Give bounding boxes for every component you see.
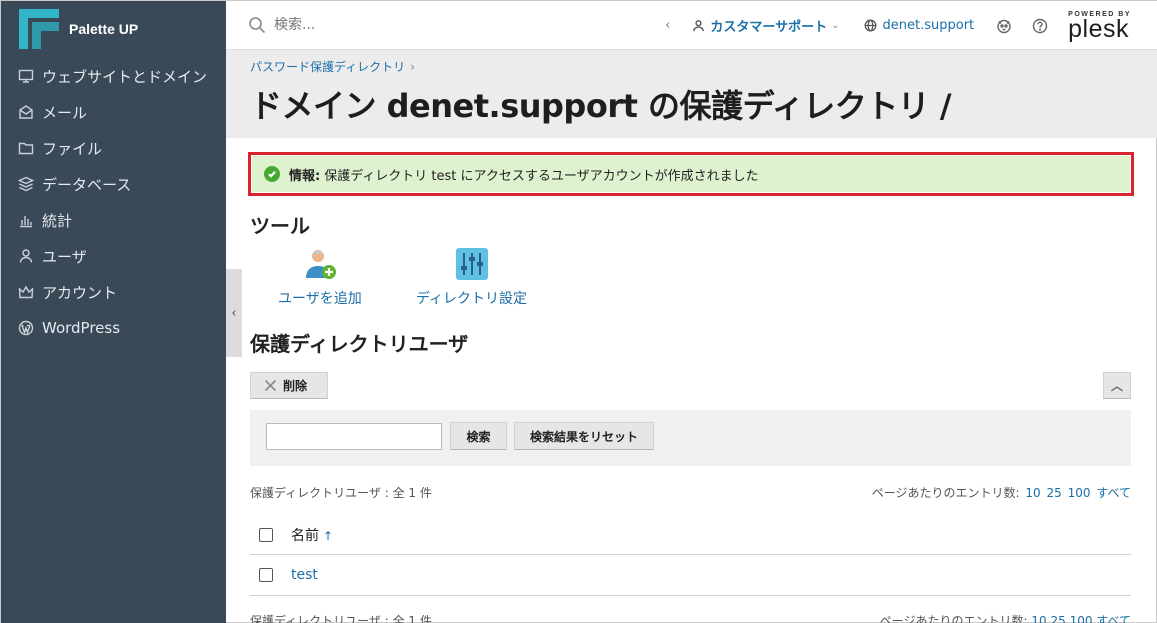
plesk-wordmark: plesk	[1068, 14, 1130, 43]
item-count-bottom: 保護ディレクトリユーザ : 全 1 件	[250, 614, 432, 623]
row-checkbox[interactable]	[259, 568, 273, 582]
check-circle-icon	[264, 166, 280, 182]
per-page-100[interactable]: 100	[1070, 614, 1093, 623]
main-content: 情報: 保護ディレクトリ test にアクセスするユーザアカウントが作成されまし…	[226, 138, 1157, 623]
info-alert: 情報: 保護ディレクトリ test にアクセスするユーザアカウントが作成されまし…	[252, 156, 1130, 192]
per-page-10[interactable]: 10	[1031, 614, 1046, 623]
search-button-label: 検索	[466, 429, 491, 444]
site-link-label: denet.support	[882, 18, 975, 33]
page-title: ドメイン denet.support の保護ディレクトリ /	[250, 87, 952, 125]
per-page-all[interactable]: すべて	[1096, 614, 1131, 623]
page-header: パスワード保護ディレクトリ › ドメイン denet.support の保護ディレ…	[226, 50, 1157, 138]
crown-icon	[18, 284, 34, 300]
per-page-all[interactable]: すべて	[1096, 486, 1131, 500]
tools-heading: ツール	[250, 214, 310, 238]
per-page-100[interactable]: 100	[1068, 486, 1091, 500]
reset-search-label: 検索結果をリセット	[529, 429, 638, 444]
site-link[interactable]: denet.support	[864, 18, 975, 33]
suggestions-icon[interactable]	[996, 18, 1012, 34]
per-page-25[interactable]: 25	[1046, 486, 1061, 500]
column-name-header[interactable]: 名前 ↑	[291, 525, 333, 545]
sidebar-item-label: WordPress	[42, 319, 121, 337]
chevron-right-icon: ›	[410, 60, 415, 74]
per-page-25[interactable]: 25	[1050, 614, 1065, 623]
delete-button[interactable]: 削除	[250, 372, 328, 399]
breadcrumb-item[interactable]: パスワード保護ディレクトリ	[250, 60, 405, 74]
sort-ascending-icon: ↑	[323, 529, 334, 543]
per-page-selector: ページあたりのエントリ数: 10 25 100 すべて	[872, 484, 1131, 501]
table-header: 名前 ↑	[250, 516, 1131, 555]
brand[interactable]: Palette UP	[1, 1, 226, 57]
search-button[interactable]: 検索	[450, 422, 507, 450]
add-user-icon	[305, 250, 336, 279]
sidebar-item-wordpress[interactable]: WordPress	[1, 310, 226, 346]
reset-search-button[interactable]: 検索結果をリセット	[514, 422, 654, 450]
per-page-label: ページあたりのエントリ数:	[879, 614, 1028, 623]
brand-logo	[19, 9, 59, 49]
select-all-checkbox[interactable]	[259, 528, 273, 542]
header-actions: ‹ カスタマーサポート ⌄ denet.support POWERED BY p…	[665, 1, 1157, 50]
folder-icon	[18, 140, 34, 156]
column-name-label: 名前	[291, 528, 319, 544]
per-page-10[interactable]: 10	[1025, 486, 1040, 500]
sidebar-item-label: メール	[42, 103, 88, 122]
sidebar: Palette UP ウェブサイトとドメイン メール ファイル データベース 統…	[1, 1, 226, 623]
sliders-icon	[455, 248, 488, 280]
add-user-tool[interactable]: ユーザを追加	[278, 248, 362, 308]
sidebar-nav: ウェブサイトとドメイン メール ファイル データベース 統計 ユーザ アカウント	[1, 58, 226, 346]
sidebar-item-users[interactable]: ユーザ	[1, 238, 226, 274]
global-search	[248, 16, 648, 34]
back-chevron-icon[interactable]: ‹	[665, 18, 670, 33]
sidebar-item-label: ウェブサイトとドメイン	[42, 67, 208, 86]
close-icon	[264, 379, 277, 392]
sidebar-item-label: データベース	[42, 175, 132, 194]
sidebar-item-label: ユーザ	[42, 247, 87, 266]
item-count: 保護ディレクトリユーザ : 全 1 件	[250, 486, 432, 500]
sidebar-item-mail[interactable]: メール	[1, 94, 226, 130]
alert-message: 保護ディレクトリ test にアクセスするユーザアカウントが作成されました	[324, 168, 759, 184]
add-user-label: ユーザを追加	[278, 291, 362, 307]
brand-name: Palette UP	[69, 21, 139, 37]
user-menu[interactable]: カスタマーサポート ⌄	[692, 16, 840, 35]
users-heading: 保護ディレクトリユーザ	[250, 332, 469, 356]
search-icon	[249, 17, 266, 34]
envelope-icon	[18, 104, 34, 120]
user-name-link[interactable]: test	[291, 567, 318, 583]
sidebar-item-account[interactable]: アカウント	[1, 274, 226, 310]
filter-bar	[250, 410, 1131, 466]
alert-label: 情報:	[289, 168, 321, 184]
chevron-up-icon: ︿	[1110, 379, 1123, 393]
search-input[interactable]	[274, 17, 574, 33]
sidebar-item-websites-domains[interactable]: ウェブサイトとドメイン	[1, 58, 226, 94]
sidebar-item-label: アカウント	[42, 283, 118, 302]
plesk-logo: POWERED BY plesk	[1068, 11, 1131, 43]
sidebar-item-statistics[interactable]: 統計	[1, 202, 226, 238]
monitor-icon	[18, 68, 34, 84]
delete-label: 削除	[283, 379, 308, 393]
per-page-label: ページあたりのエントリ数:	[871, 486, 1020, 500]
wordpress-icon	[18, 320, 34, 336]
chevron-down-icon: ⌄	[831, 20, 840, 31]
bar-chart-icon	[18, 212, 34, 228]
table-row: test	[250, 555, 1131, 596]
directory-settings-tool[interactable]: ディレクトリ設定	[416, 248, 527, 308]
alert-highlight: 情報: 保護ディレクトリ test にアクセスするユーザアカウントが作成されまし…	[248, 152, 1134, 196]
collapse-list-button[interactable]: ︿	[1103, 372, 1131, 399]
globe-icon	[864, 19, 876, 32]
sidebar-item-databases[interactable]: データベース	[1, 166, 226, 202]
user-icon	[693, 20, 705, 32]
sidebar-item-label: 統計	[42, 211, 73, 230]
user-menu-label: カスタマーサポート	[710, 20, 828, 35]
directory-settings-label: ディレクトリ設定	[416, 291, 528, 307]
filter-search-input[interactable]	[266, 423, 442, 450]
breadcrumb[interactable]: パスワード保護ディレクトリ ›	[250, 58, 415, 75]
help-icon[interactable]	[1032, 18, 1048, 34]
sidebar-item-files[interactable]: ファイル	[1, 130, 226, 166]
top-header: ‹ カスタマーサポート ⌄ denet.support POWERED BY p…	[226, 1, 1157, 50]
per-page-selector-bottom: ページあたりのエントリ数: 10 25 100 すべて	[880, 612, 1131, 623]
database-icon	[18, 176, 34, 192]
sidebar-item-label: ファイル	[42, 139, 103, 158]
user-icon	[18, 248, 34, 264]
